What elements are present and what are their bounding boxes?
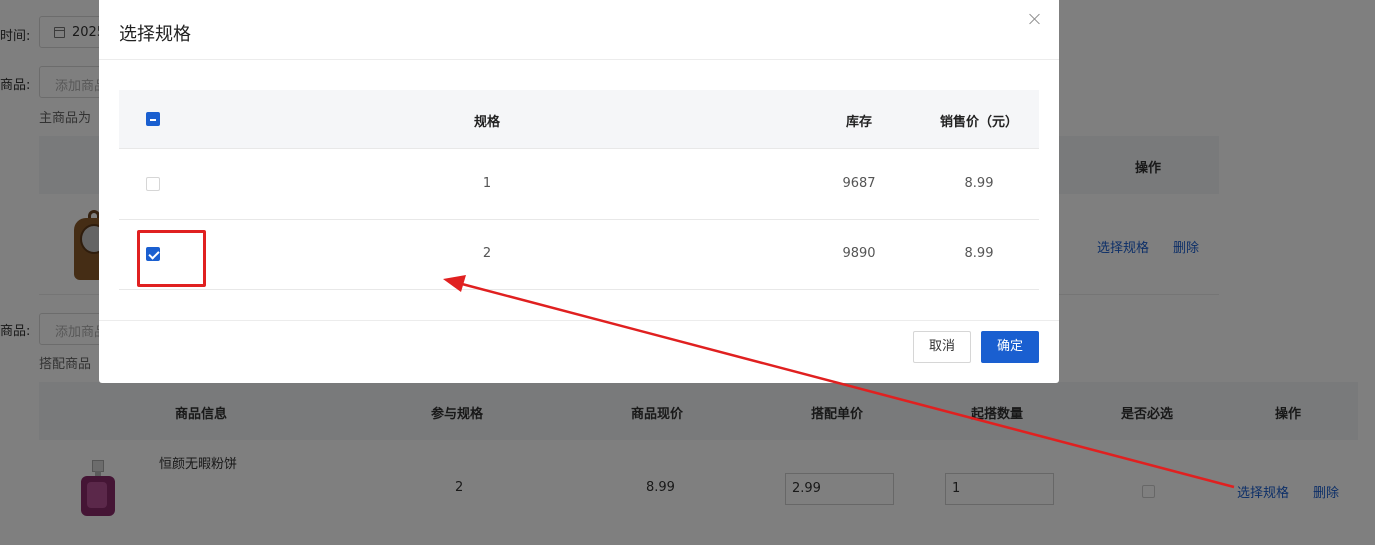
- spec-row-checkbox[interactable]: [146, 177, 160, 191]
- spec-row[interactable]: 2 9890 8.99: [119, 220, 1039, 290]
- dialog-header-divider: [99, 59, 1059, 60]
- price-value: 8.99: [964, 246, 994, 261]
- spec-value: 1: [482, 176, 492, 191]
- dialog-title: 选择规格: [119, 24, 191, 45]
- stock-value: 9890: [842, 246, 876, 261]
- select-spec-dialog: 选择规格 规格 库存 销售价（元） 1 9687 8.99 2 9890 8.9…: [99, 0, 1059, 383]
- header-spec: 规格: [473, 115, 500, 130]
- dialog-footer-divider: [99, 320, 1059, 321]
- confirm-button[interactable]: 确定: [981, 331, 1039, 363]
- highlight-box: [137, 230, 206, 287]
- close-icon[interactable]: [1027, 11, 1043, 27]
- cancel-button[interactable]: 取消: [913, 331, 971, 363]
- price-value: 8.99: [964, 176, 994, 191]
- header-stock: 库存: [845, 115, 872, 130]
- spec-value: 2: [482, 246, 492, 261]
- header-price: 销售价（元）: [939, 115, 1018, 130]
- spec-row[interactable]: 1 9687 8.99: [119, 150, 1039, 220]
- select-all-checkbox[interactable]: [146, 112, 160, 126]
- stock-value: 9687: [842, 176, 876, 191]
- spec-table-header: 规格 库存 销售价（元）: [119, 90, 1039, 149]
